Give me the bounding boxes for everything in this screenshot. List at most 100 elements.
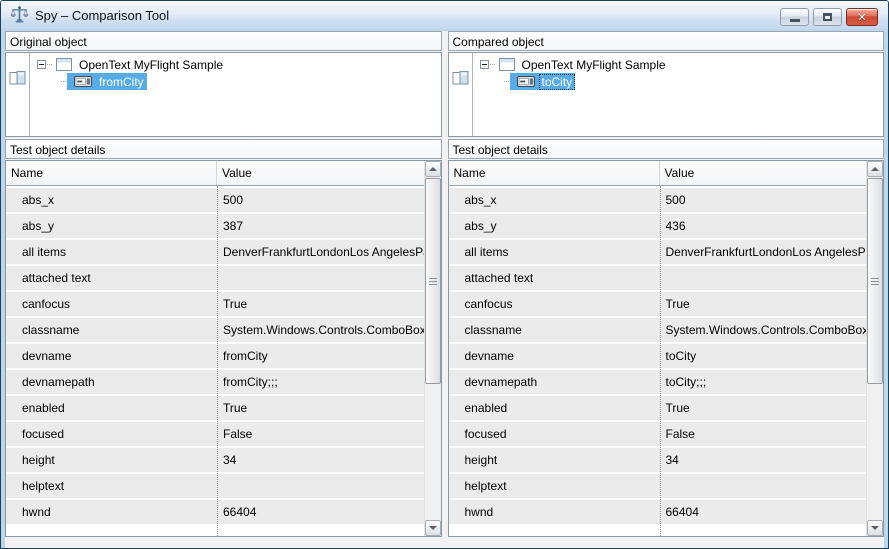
property-name: helptext: [6, 474, 217, 498]
compared-object-header: Compared object: [448, 31, 885, 51]
scrollbar-thumb[interactable]: [425, 178, 441, 384]
compare-pages-icon: [9, 70, 26, 86]
scrollbar-thumb[interactable]: [867, 178, 883, 384]
vertical-scrollbar[interactable]: [424, 161, 441, 536]
column-header-value[interactable]: Value: [660, 161, 867, 185]
combobox-icon: [74, 76, 92, 87]
scroll-down-button[interactable]: [867, 520, 883, 536]
triangle-down-icon: [871, 526, 879, 530]
property-value: toCity: [660, 344, 867, 368]
property-value: [217, 266, 424, 290]
property-value: 500: [660, 188, 867, 212]
minimize-button[interactable]: [780, 8, 809, 26]
table-row[interactable]: classnameSystem.Windows.Controls.ComboBo…: [449, 318, 867, 342]
table-row[interactable]: canfocusTrue: [449, 292, 867, 316]
property-value: toCity;;;: [660, 370, 867, 394]
table-row[interactable]: classnameSystem.Windows.Controls.ComboBo…: [6, 318, 424, 342]
tree-child-label: fromCity: [96, 74, 147, 90]
table-row[interactable]: height34: [449, 448, 867, 472]
property-value: DenverFrankfurtLondonLos AngelesParis...: [217, 240, 424, 264]
property-name: all items: [6, 240, 217, 264]
table-body: abs_x500 abs_y387 all itemsDenverFrankfu…: [6, 186, 424, 536]
property-name: devnamepath: [6, 370, 217, 394]
table-row[interactable]: all itemsDenverFrankfurtLondonLos Angele…: [449, 240, 867, 264]
table-header-row: Name Value: [6, 161, 424, 186]
scroll-up-button[interactable]: [425, 161, 441, 177]
table-row[interactable]: hwnd66404: [6, 500, 424, 524]
table-row[interactable]: height34: [6, 448, 424, 472]
property-name: classname: [449, 318, 660, 342]
client-area: Original object: [5, 31, 884, 548]
property-name: devnamepath: [449, 370, 660, 394]
table-row[interactable]: devnametoCity: [449, 344, 867, 368]
table-row[interactable]: helptext: [6, 474, 424, 498]
property-value: 500: [217, 188, 424, 212]
property-name: abs_y: [449, 214, 660, 238]
table-row[interactable]: abs_y387: [6, 214, 424, 238]
column-header-name[interactable]: Name: [6, 161, 217, 185]
scrollbar-track[interactable]: [425, 385, 441, 520]
property-value: True: [660, 396, 867, 420]
table-row[interactable]: all itemsDenverFrankfurtLondonLos Angele…: [6, 240, 424, 264]
thumb-gripper-icon: [429, 281, 437, 282]
column-header-name[interactable]: Name: [449, 161, 660, 185]
collapse-expander-icon[interactable]: [37, 60, 46, 69]
table-row[interactable]: attached text: [6, 266, 424, 290]
table-row[interactable]: attached text: [449, 266, 867, 290]
maximize-icon: [823, 13, 832, 21]
property-value: System.Windows.Controls.ComboBox: [217, 318, 424, 342]
tree-child-row[interactable]: toCity: [473, 73, 884, 90]
table-row[interactable]: focusedFalse: [449, 422, 867, 446]
table-row[interactable]: enabledTrue: [449, 396, 867, 420]
property-value: 66404: [660, 500, 867, 524]
scrollbar-track[interactable]: [867, 385, 883, 520]
table-row[interactable]: devnamefromCity: [6, 344, 424, 368]
property-name: helptext: [449, 474, 660, 498]
compared-tree-marker-strip: [449, 53, 473, 136]
table-row[interactable]: enabledTrue: [6, 396, 424, 420]
tree-connector: [61, 81, 66, 82]
table-row[interactable]: devnamepathfromCity;;;: [6, 370, 424, 394]
selected-node[interactable]: fromCity: [67, 73, 147, 90]
table-row[interactable]: abs_y436: [449, 214, 867, 238]
table-row[interactable]: abs_x500: [6, 188, 424, 212]
tree-child-row[interactable]: fromCity: [30, 73, 441, 90]
property-value: True: [217, 292, 424, 316]
maximize-button[interactable]: [813, 8, 842, 26]
tree-child-label: toCity: [539, 74, 576, 90]
window-title: Spy – Comparison Tool: [35, 8, 169, 23]
column-header-value[interactable]: Value: [217, 161, 424, 185]
property-name: attached text: [6, 266, 217, 290]
table-row[interactable]: abs_x500: [449, 188, 867, 212]
table-row[interactable]: helptext: [449, 474, 867, 498]
table-row[interactable]: hwnd66404: [449, 500, 867, 524]
table-row[interactable]: devnamepathtoCity;;;: [449, 370, 867, 394]
scroll-down-button[interactable]: [425, 520, 441, 536]
compared-object-tree: OpenText MyFlight Sample toCity: [448, 52, 885, 137]
tree-connector: [47, 64, 52, 65]
close-button[interactable]: ✕: [846, 8, 878, 26]
property-value: [660, 266, 867, 290]
tree-connector: [504, 81, 509, 82]
property-name: focused: [449, 422, 660, 446]
property-name: abs_x: [449, 188, 660, 212]
vertical-scrollbar[interactable]: [866, 161, 883, 536]
triangle-down-icon: [429, 526, 437, 530]
tree-root-row[interactable]: OpenText MyFlight Sample: [473, 56, 884, 73]
scroll-up-button[interactable]: [867, 161, 883, 177]
thumb-gripper-icon: [871, 281, 879, 282]
table-row[interactable]: focusedFalse: [6, 422, 424, 446]
minimize-icon: [790, 19, 800, 22]
collapse-expander-icon[interactable]: [480, 60, 489, 69]
table-row[interactable]: canfocusTrue: [6, 292, 424, 316]
original-object-tree: OpenText MyFlight Sample: [5, 52, 442, 137]
original-tree-marker-strip: [6, 53, 30, 136]
property-name: devname: [6, 344, 217, 368]
property-name: height: [6, 448, 217, 472]
tree-root-row[interactable]: OpenText MyFlight Sample: [30, 56, 441, 73]
window-icon: [499, 58, 515, 71]
tree-connector: [490, 64, 495, 65]
titlebar[interactable]: Spy – Comparison Tool ✕: [1, 1, 888, 29]
tree-root-label: OpenText MyFlight Sample: [519, 57, 669, 73]
selected-node[interactable]: toCity: [510, 73, 576, 90]
